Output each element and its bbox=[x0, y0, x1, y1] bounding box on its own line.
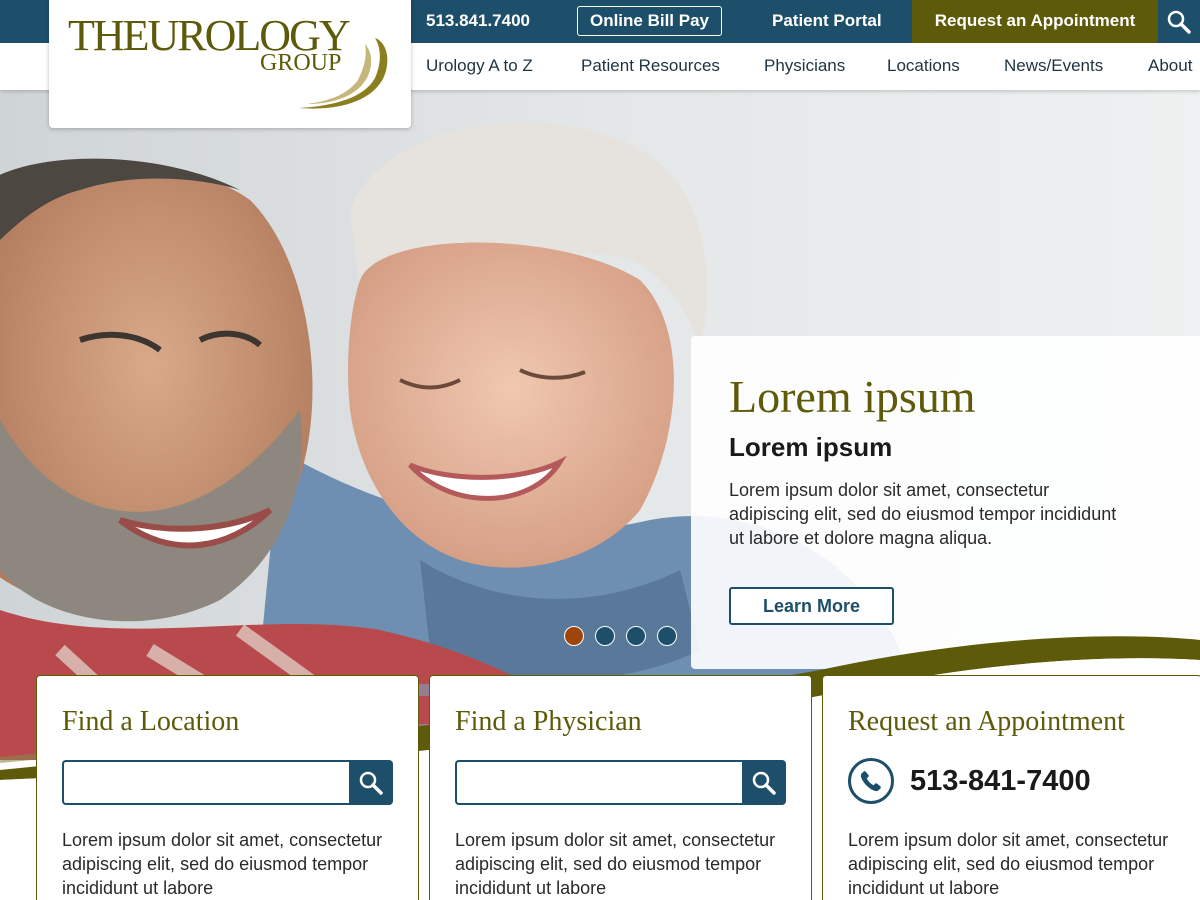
appointment-phone-number[interactable]: 513-841-7400 bbox=[910, 765, 1091, 798]
site-logo[interactable]: THEUROLOGY GROUP bbox=[49, 0, 411, 128]
location-search-input[interactable] bbox=[62, 760, 349, 805]
request-appointment-text: Lorem ipsum dolor sit amet, consectetur … bbox=[848, 830, 1169, 898]
search-icon bbox=[1167, 10, 1191, 34]
header-phone-link[interactable]: 513.841.7400 bbox=[426, 0, 530, 43]
phone-icon bbox=[848, 758, 894, 804]
header-search-button[interactable] bbox=[1158, 0, 1200, 43]
find-location-text: Lorem ipsum dolor sit amet, consectetur … bbox=[62, 830, 383, 898]
location-search-button[interactable] bbox=[349, 760, 393, 805]
search-icon bbox=[752, 771, 776, 795]
physician-search-button[interactable] bbox=[742, 760, 786, 805]
hero-heading: Lorem ipsum bbox=[729, 371, 976, 422]
nav-item-urology-a-to-z[interactable]: Urology A to Z bbox=[426, 43, 533, 90]
find-physician-text: Lorem ipsum dolor sit amet, consectetur … bbox=[455, 830, 776, 898]
hero-subheading: Lorem ipsum bbox=[729, 432, 893, 462]
find-location-title: Find a Location bbox=[62, 706, 240, 737]
svg-text:GROUP: GROUP bbox=[260, 50, 341, 76]
hero-text: Lorem ipsum dolor sit amet, consectetur … bbox=[729, 480, 1117, 548]
search-icon bbox=[359, 771, 383, 795]
find-location-card: Find a Location Lorem ipsum dolor sit am… bbox=[36, 675, 419, 900]
patient-portal-link[interactable]: Patient Portal bbox=[772, 0, 882, 43]
logo-mark: THEUROLOGY GROUP bbox=[68, 11, 388, 109]
nav-item-about[interactable]: About bbox=[1148, 43, 1192, 90]
request-appointment-card: Request an Appointment 513-841-7400 Lore… bbox=[822, 675, 1200, 900]
nav-item-physicians[interactable]: Physicians bbox=[764, 43, 845, 90]
request-appointment-title: Request an Appointment bbox=[848, 706, 1125, 737]
find-physician-title: Find a Physician bbox=[455, 706, 642, 737]
request-appointment-button[interactable]: Request an Appointment bbox=[912, 0, 1158, 43]
nav-item-news-events[interactable]: News/Events bbox=[1004, 43, 1103, 90]
physician-search bbox=[455, 760, 786, 805]
find-physician-card: Find a Physician Lorem ipsum dolor sit a… bbox=[429, 675, 812, 900]
nav-item-locations[interactable]: Locations bbox=[887, 43, 960, 90]
appointment-phone[interactable]: 513-841-7400 bbox=[848, 758, 1091, 804]
online-bill-pay-button[interactable]: Online Bill Pay bbox=[577, 6, 722, 36]
location-search bbox=[62, 760, 393, 805]
physician-search-input[interactable] bbox=[455, 760, 742, 805]
nav-item-patient-resources[interactable]: Patient Resources bbox=[581, 43, 720, 90]
